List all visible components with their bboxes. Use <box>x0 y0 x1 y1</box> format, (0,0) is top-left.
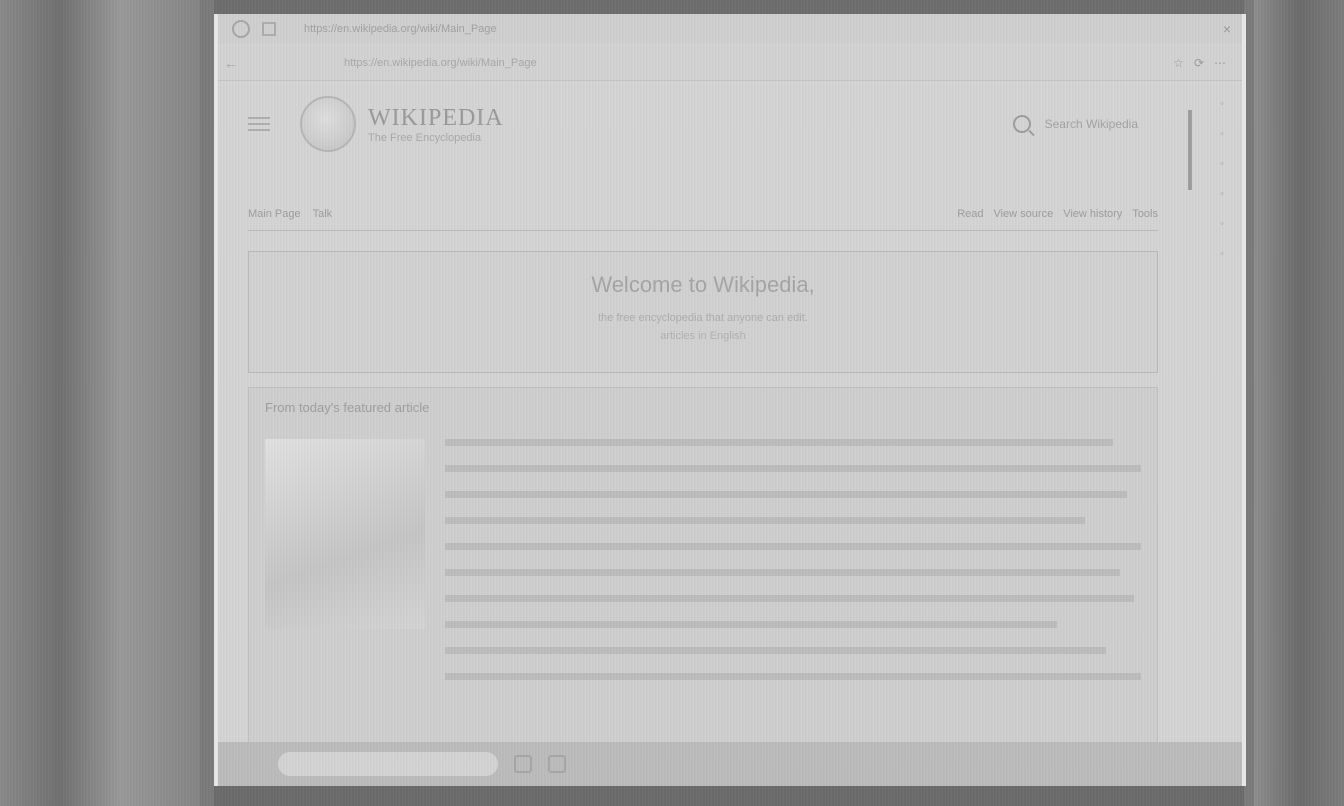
search-box[interactable]: Search Wikipedia <box>1012 115 1138 133</box>
reload-icon[interactable]: ⟳ <box>1194 56 1204 70</box>
wiki-tagline: The Free Encyclopedia <box>368 131 482 144</box>
featured-text <box>445 439 1141 699</box>
top-strip <box>214 0 1244 14</box>
wikipedia-logo[interactable] <box>300 96 356 152</box>
more-icon[interactable]: ⋯ <box>1214 56 1226 70</box>
taskbar-icon-1[interactable] <box>514 755 532 773</box>
featured-heading: From today's featured article <box>265 400 430 415</box>
favorite-icon[interactable]: ☆ <box>1173 56 1184 70</box>
taskbar-search[interactable] <box>278 752 498 776</box>
tab-square-icon[interactable] <box>262 22 276 36</box>
menu-icon[interactable] <box>248 113 270 135</box>
side-icon-3[interactable]: ◦ <box>1220 158 1224 170</box>
search-placeholder: Search Wikipedia <box>1044 117 1138 131</box>
tab-view-source[interactable]: View source <box>993 208 1053 220</box>
tab-read[interactable]: Read <box>957 208 983 220</box>
browser-icon <box>232 20 250 38</box>
browser-window: https://en.wikipedia.org/wiki/Main_Page … <box>214 14 1246 786</box>
side-icon-4[interactable]: ◦ <box>1220 188 1224 200</box>
side-icon-5[interactable]: ◦ <box>1220 218 1224 230</box>
welcome-box: Welcome to Wikipedia, the free encyclope… <box>248 251 1158 373</box>
side-toolbar: ◦ ◦ ◦ ◦ ◦ ◦ <box>1202 84 1242 438</box>
side-icon-1[interactable]: ◦ <box>1220 98 1224 110</box>
article-count: articles in English <box>660 330 746 342</box>
side-icon-6[interactable]: ◦ <box>1220 248 1224 260</box>
title-bar: https://en.wikipedia.org/wiki/Main_Page … <box>218 14 1242 44</box>
featured-image[interactable] <box>265 439 425 629</box>
url-field[interactable]: https://en.wikipedia.org/wiki/Main_Page <box>344 57 1173 69</box>
side-icon-2[interactable]: ◦ <box>1220 128 1224 140</box>
back-icon[interactable]: ← <box>218 55 244 71</box>
featured-article: From today's featured article <box>248 387 1158 747</box>
taskbar <box>218 742 1242 786</box>
window-title: https://en.wikipedia.org/wiki/Main_Page <box>304 23 497 35</box>
welcome-subtitle: the free encyclopedia that anyone can ed… <box>598 312 808 324</box>
bottom-strip <box>214 786 1244 806</box>
wikipedia-page: WIKIPEDIA The Free Encyclopedia Search W… <box>248 94 1158 747</box>
wiki-name: WIKIPEDIA <box>368 104 504 131</box>
scrollbar-thumb[interactable] <box>1188 110 1192 190</box>
desktop-right <box>1254 0 1344 806</box>
page-tabs: Main Page Talk Read View source View his… <box>248 208 1158 231</box>
address-bar: ← https://en.wikipedia.org/wiki/Main_Pag… <box>218 46 1242 81</box>
wikipedia-wordmark[interactable]: WIKIPEDIA The Free Encyclopedia <box>368 105 504 144</box>
welcome-title: Welcome to Wikipedia, <box>591 272 815 297</box>
close-icon[interactable]: × <box>1212 21 1242 37</box>
tab-view-history[interactable]: View history <box>1063 208 1122 220</box>
search-icon <box>1012 115 1031 133</box>
tab-tools[interactable]: Tools <box>1132 208 1158 220</box>
desktop-left <box>0 0 200 806</box>
tab-main-page[interactable]: Main Page <box>248 208 301 220</box>
taskbar-icon-2[interactable] <box>548 755 566 773</box>
tab-talk[interactable]: Talk <box>313 208 333 220</box>
address-icons: ☆ ⟳ ⋯ <box>1173 56 1226 70</box>
wiki-header: WIKIPEDIA The Free Encyclopedia Search W… <box>248 94 1158 154</box>
